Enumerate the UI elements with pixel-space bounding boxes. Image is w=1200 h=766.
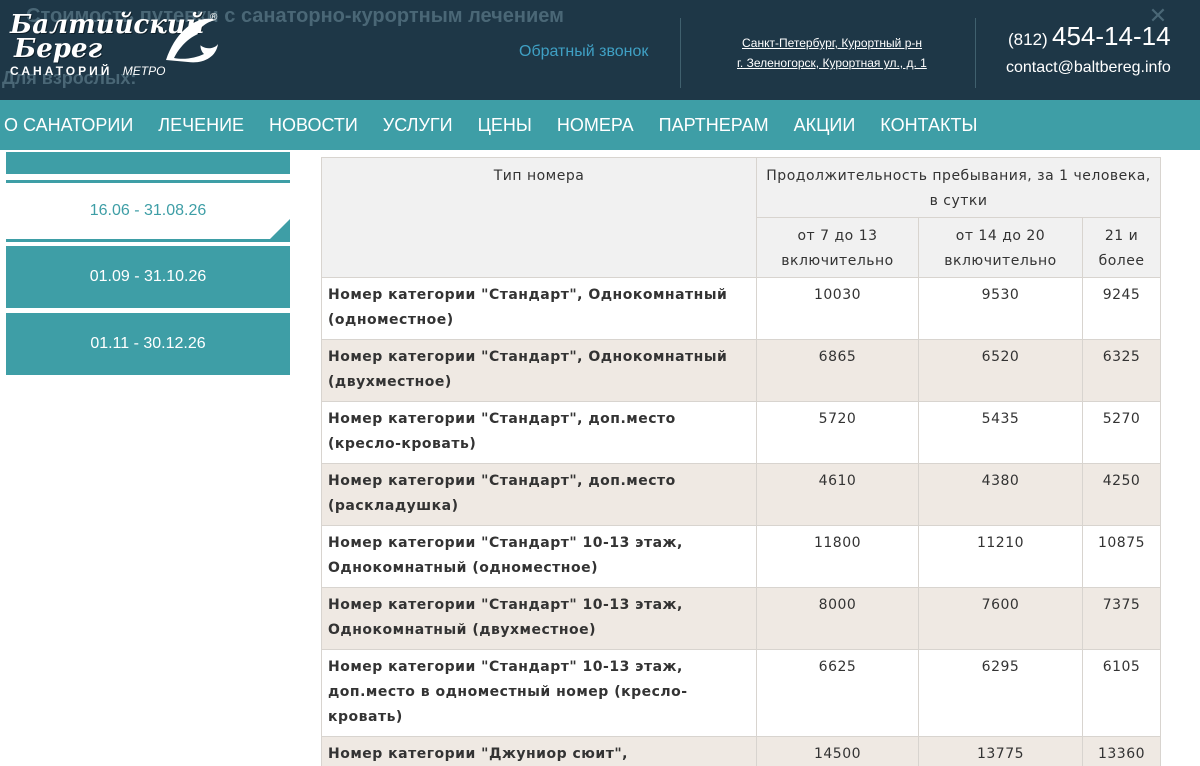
nav-item-services[interactable]: УСЛУГИ bbox=[383, 115, 453, 136]
address-link-line-1[interactable]: Санкт-Петербург, Курортный р-н bbox=[742, 36, 922, 50]
header-divider bbox=[680, 18, 681, 88]
price-cell: 5270 bbox=[1081, 401, 1162, 464]
nav-item-partners[interactable]: ПАРТНЕРАМ bbox=[659, 115, 769, 136]
address-link-line-2[interactable]: г. Зеленогорск, Курортная ул., д. 1 bbox=[737, 56, 927, 70]
price-cell: 8000 bbox=[756, 587, 919, 650]
date-tab[interactable]: 01.11 - 30.12.26 bbox=[6, 313, 290, 375]
price-cell: 14500 bbox=[756, 736, 919, 766]
price-cell: 11210 bbox=[918, 525, 1083, 588]
room-type-cell: Номер категории "Стандарт" 10-13 этаж, д… bbox=[321, 649, 757, 737]
room-type-cell: Номер категории "Стандарт" 10-13 этаж, О… bbox=[321, 587, 757, 650]
price-cell: 13360 bbox=[1081, 736, 1162, 766]
col-header-14-20: от 14 до 20 включительно bbox=[918, 217, 1083, 278]
nav-item-about[interactable]: О САНАТОРИИ bbox=[4, 115, 133, 136]
price-cell: 9245 bbox=[1081, 277, 1162, 340]
nav-item-news[interactable]: НОВОСТИ bbox=[269, 115, 358, 136]
col-header-21-plus: 21 и более bbox=[1081, 217, 1162, 278]
header-divider bbox=[975, 18, 976, 88]
price-cell: 11800 bbox=[756, 525, 919, 588]
room-type-cell: Номер категории "Стандарт", доп.место (р… bbox=[321, 463, 757, 526]
room-type-cell: Номер категории "Стандарт", доп.место (к… bbox=[321, 401, 757, 464]
active-tab-corner bbox=[270, 219, 290, 239]
callback-link[interactable]: Обратный звонок bbox=[519, 43, 648, 61]
price-cell: 5720 bbox=[756, 401, 919, 464]
site-logo[interactable]: Балтийский Берег ® САНАТОРИЙ МЕТРО bbox=[8, 8, 220, 82]
main-nav: О САНАТОРИИ ЛЕЧЕНИЕ НОВОСТИ УСЛУГИ ЦЕНЫ … bbox=[0, 100, 1200, 150]
price-cell: 10030 bbox=[756, 277, 919, 340]
table-row: Номер категории "Стандарт" 10-13 этаж, О… bbox=[321, 525, 1162, 588]
phone-prefix[interactable]: (812) bbox=[1008, 30, 1048, 50]
price-table: Тип номера Продолжительность пребывания,… bbox=[321, 157, 1162, 766]
price-cell: 4250 bbox=[1081, 463, 1162, 526]
price-cell: 6865 bbox=[756, 339, 919, 402]
nav-item-rooms[interactable]: НОМЕРА bbox=[557, 115, 634, 136]
room-type-cell: Номер категории "Стандарт", Однокомнатны… bbox=[321, 277, 757, 340]
col-header-7-13: от 7 до 13 включительно bbox=[756, 217, 919, 278]
nav-item-prices[interactable]: ЦЕНЫ bbox=[478, 115, 532, 136]
table-row: Номер категории "Стандарт", доп.место (р… bbox=[321, 463, 1162, 526]
logo-line-2: Берег bbox=[14, 34, 103, 64]
logo-sanatorium: САНАТОРИЙ bbox=[10, 64, 113, 78]
price-cell: 5435 bbox=[918, 401, 1083, 464]
price-cell: 7600 bbox=[918, 587, 1083, 650]
site-header: Стоимость путевки с санаторно-курортным … bbox=[0, 0, 1200, 100]
date-tab-active[interactable]: 16.06 - 31.08.26 bbox=[6, 180, 290, 242]
price-cell: 7375 bbox=[1081, 587, 1162, 650]
table-row: Номер категории "Стандарт" 10-13 этаж, О… bbox=[321, 587, 1162, 650]
room-type-cell: Номер категории "Стандарт" 10-13 этаж, О… bbox=[321, 525, 757, 588]
date-tab-previous[interactable] bbox=[6, 152, 290, 174]
price-cell: 6105 bbox=[1081, 649, 1162, 737]
price-cell: 6325 bbox=[1081, 339, 1162, 402]
table-row: Номер категории "Стандарт", Однокомнатны… bbox=[321, 339, 1162, 402]
room-type-cell: Номер категории "Джуниор сюит", Однокомн… bbox=[321, 736, 757, 766]
price-cell: 4380 bbox=[918, 463, 1083, 526]
col-header-duration: Продолжительность пребывания, за 1 челов… bbox=[755, 157, 1162, 218]
price-cell: 6625 bbox=[756, 649, 919, 737]
room-type-cell: Номер категории "Стандарт", Однокомнатны… bbox=[321, 339, 757, 402]
logo-metro: МЕТРО bbox=[122, 64, 166, 78]
price-cell: 10875 bbox=[1081, 525, 1162, 588]
price-cell: 9530 bbox=[918, 277, 1083, 340]
table-row: Номер категории "Стандарт" 10-13 этаж, д… bbox=[321, 649, 1162, 737]
logo-line-3: САНАТОРИЙ МЕТРО bbox=[10, 64, 165, 78]
table-row: Номер категории "Стандарт", Однокомнатны… bbox=[321, 277, 1162, 340]
price-cell: 6295 bbox=[918, 649, 1083, 737]
table-row: Номер категории "Джуниор сюит", Однокомн… bbox=[321, 736, 1162, 766]
price-cell: 6520 bbox=[918, 339, 1083, 402]
close-icon[interactable]: ✕ bbox=[1146, 4, 1170, 28]
table-row: Номер категории "Стандарт", доп.место (к… bbox=[321, 401, 1162, 464]
nav-item-contacts[interactable]: КОНТАКТЫ bbox=[880, 115, 977, 136]
registered-mark: ® bbox=[210, 12, 218, 23]
col-header-room-type: Тип номера bbox=[321, 157, 757, 278]
email-link[interactable]: contact@baltbereg.info bbox=[1006, 59, 1171, 77]
price-cell: 4610 bbox=[756, 463, 919, 526]
price-cell: 13775 bbox=[918, 736, 1083, 766]
nav-item-treatment[interactable]: ЛЕЧЕНИЕ bbox=[158, 115, 244, 136]
nav-item-promotions[interactable]: АКЦИИ bbox=[794, 115, 856, 136]
date-tab-label: 16.06 - 31.08.26 bbox=[89, 202, 207, 219]
date-tab[interactable]: 01.09 - 31.10.26 bbox=[6, 246, 290, 308]
